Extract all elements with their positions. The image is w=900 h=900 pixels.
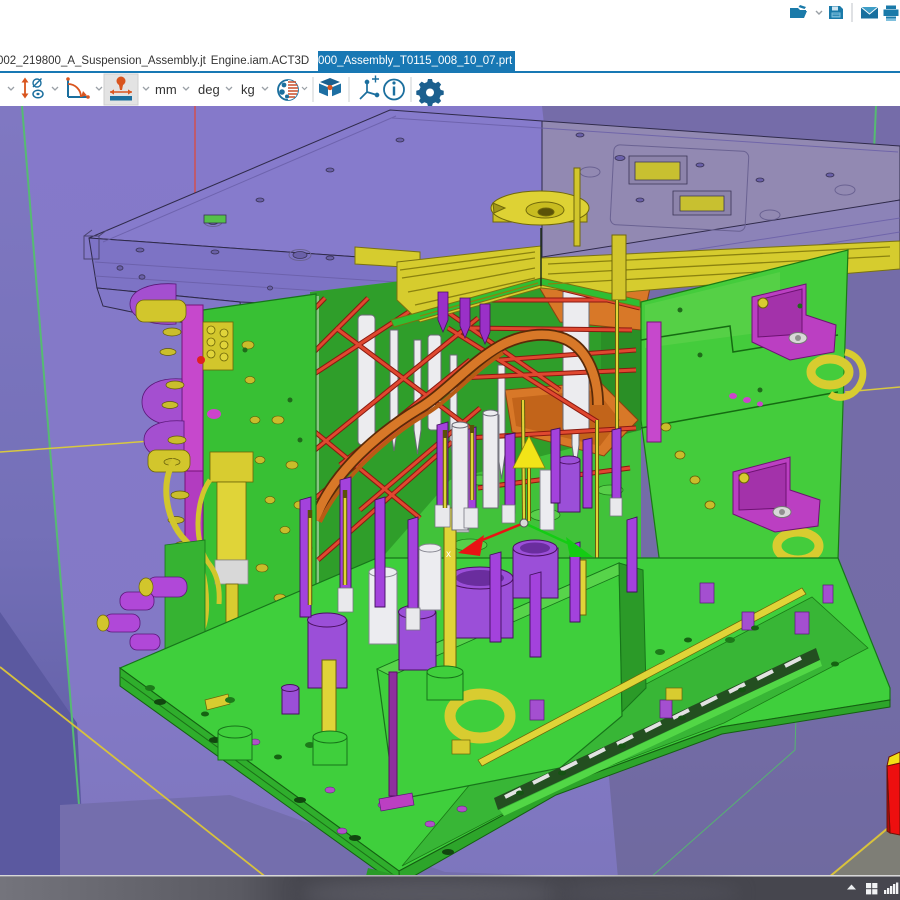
svg-text:deg: deg <box>198 82 220 97</box>
svg-text:mm: mm <box>155 82 177 97</box>
svg-text:x: x <box>446 549 451 560</box>
svg-text:kg: kg <box>241 82 255 97</box>
